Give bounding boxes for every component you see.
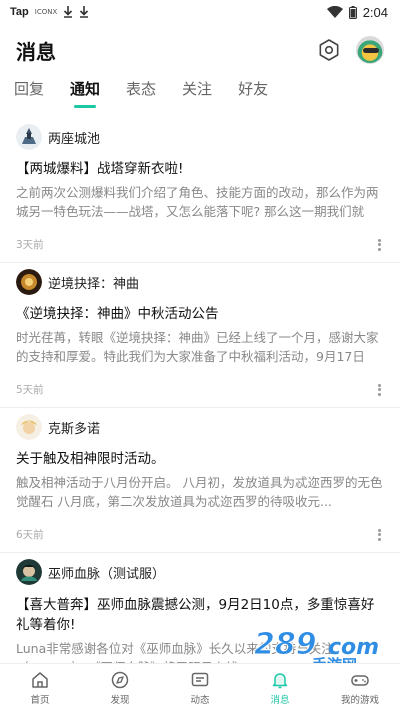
card-footer: 6天前 (16, 527, 384, 542)
status-right: 2:04 (326, 4, 388, 20)
nav-label: 消息 (270, 694, 290, 706)
status-small-label: ICONX (34, 8, 58, 16)
gear-icon (319, 39, 339, 61)
gamepad-icon (351, 674, 369, 686)
source-name[interactable]: 逆境抉择：神曲 (48, 273, 139, 292)
feed-icon (191, 672, 209, 686)
download-icon (64, 6, 73, 18)
user-avatar[interactable] (356, 36, 384, 64)
nav-label: 动态 (190, 694, 210, 706)
notification-card[interactable]: 克斯多诺 关于触及相神限时活动。 触及相神活动于八月份开启。 八月初，发放道具为… (0, 408, 400, 553)
card-body: 时光荏苒，转眼《逆境抉择：神曲》已经上线了一个月，感谢大家的支持和厚爱。特此我们… (16, 330, 379, 364)
message-tabs: 回复 通知 表态 关注 好友 (0, 78, 400, 112)
card-body: 触及相神活动于八月份开启。 八月初，发放道具为忒迩西罗的无色觉醒石 八月底，第二… (16, 475, 383, 509)
card-title: 【喜大普奔】巫师血脉震撼公测，9月2日10点，多重惊喜好礼等着你! (16, 597, 375, 633)
bottom-navigation: 首页 发现 动态 消息 我的游戏 (0, 663, 400, 711)
source-avatar[interactable] (16, 559, 42, 585)
nav-label: 我的游戏 (340, 694, 379, 706)
card-header: 巫师血脉（测试服） (16, 553, 384, 587)
nav-messages[interactable]: 消息 (240, 664, 320, 711)
tab-friends[interactable]: 好友 (238, 78, 268, 112)
nav-label: 首页 (30, 694, 50, 706)
page-header: 消息 (0, 28, 400, 72)
download-icon (80, 6, 89, 18)
settings-button[interactable] (316, 37, 342, 63)
nav-discover[interactable]: 发现 (80, 664, 160, 711)
discover-icon (111, 671, 129, 688)
timestamp: 3天前 (16, 239, 44, 251)
status-left: Tap ICONX (10, 6, 89, 18)
more-options-button[interactable] (374, 238, 384, 252)
battery-icon (348, 5, 357, 19)
card-header: 克斯多诺 (16, 408, 384, 442)
card-title: 【两城爆料】战塔穿新衣啦! (16, 161, 184, 177)
card-footer: 3天前 (16, 237, 384, 252)
tab-reactions[interactable]: 表态 (126, 78, 156, 112)
tab-reply[interactable]: 回复 (14, 78, 44, 112)
card-title: 《逆境抉择：神曲》中秋活动公告 (16, 306, 219, 322)
nav-feed[interactable]: 动态 (160, 664, 240, 711)
notification-card[interactable]: 巫师血脉（测试服） 【喜大普奔】巫师血脉震撼公测，9月2日10点，多重惊喜好礼等… (0, 553, 400, 663)
timestamp: 6天前 (16, 529, 44, 541)
tab-notifications[interactable]: 通知 (70, 78, 100, 112)
notification-card[interactable]: 逆境抉择：神曲 《逆境抉择：神曲》中秋活动公告 时光荏苒，转眼《逆境抉择：神曲》… (0, 263, 400, 408)
card-title: 关于触及相神限时活动。 (16, 451, 165, 467)
source-avatar[interactable] (16, 414, 42, 440)
card-header: 两座城池 (16, 118, 384, 152)
notification-card[interactable]: 两座城池 【两城爆料】战塔穿新衣啦! 之前两次公测爆料我们介绍了角色、技能方面的… (0, 118, 400, 263)
card-header: 逆境抉择：神曲 (16, 263, 384, 297)
status-app-label: Tap (10, 6, 29, 18)
more-options-button[interactable] (374, 383, 384, 397)
source-avatar[interactable] (16, 269, 42, 295)
source-name[interactable]: 两座城池 (48, 128, 100, 147)
wifi-icon (326, 6, 343, 18)
card-footer: 5天前 (16, 382, 384, 397)
more-options-button[interactable] (374, 528, 384, 542)
status-bar: Tap ICONX 2:04 (0, 0, 400, 24)
nav-home[interactable]: 首页 (0, 664, 80, 711)
status-time: 2:04 (362, 4, 388, 20)
notification-feed: 两座城池 【两城爆料】战塔穿新衣啦! 之前两次公测爆料我们介绍了角色、技能方面的… (0, 118, 400, 663)
nav-my-games[interactable]: 我的游戏 (320, 664, 400, 711)
nav-label: 发现 (110, 694, 130, 706)
bell-icon (272, 672, 288, 688)
page-title: 消息 (16, 39, 56, 64)
header-actions (316, 36, 384, 64)
source-name[interactable]: 巫师血脉（测试服） (48, 563, 165, 582)
source-avatar[interactable] (16, 124, 42, 150)
timestamp: 5天前 (16, 384, 44, 396)
home-icon (32, 671, 48, 688)
tab-follows[interactable]: 关注 (182, 78, 212, 112)
card-body: Luna非常感谢各位对《巫师血脉》长久以来的支持与关注 （*^▽^*） 《巫师血… (16, 641, 334, 663)
card-body: 之前两次公测爆料我们介绍了角色、技能方面的改动，那么作为两城另一特色玩法——战塔… (16, 185, 379, 219)
source-name[interactable]: 克斯多诺 (48, 418, 100, 437)
